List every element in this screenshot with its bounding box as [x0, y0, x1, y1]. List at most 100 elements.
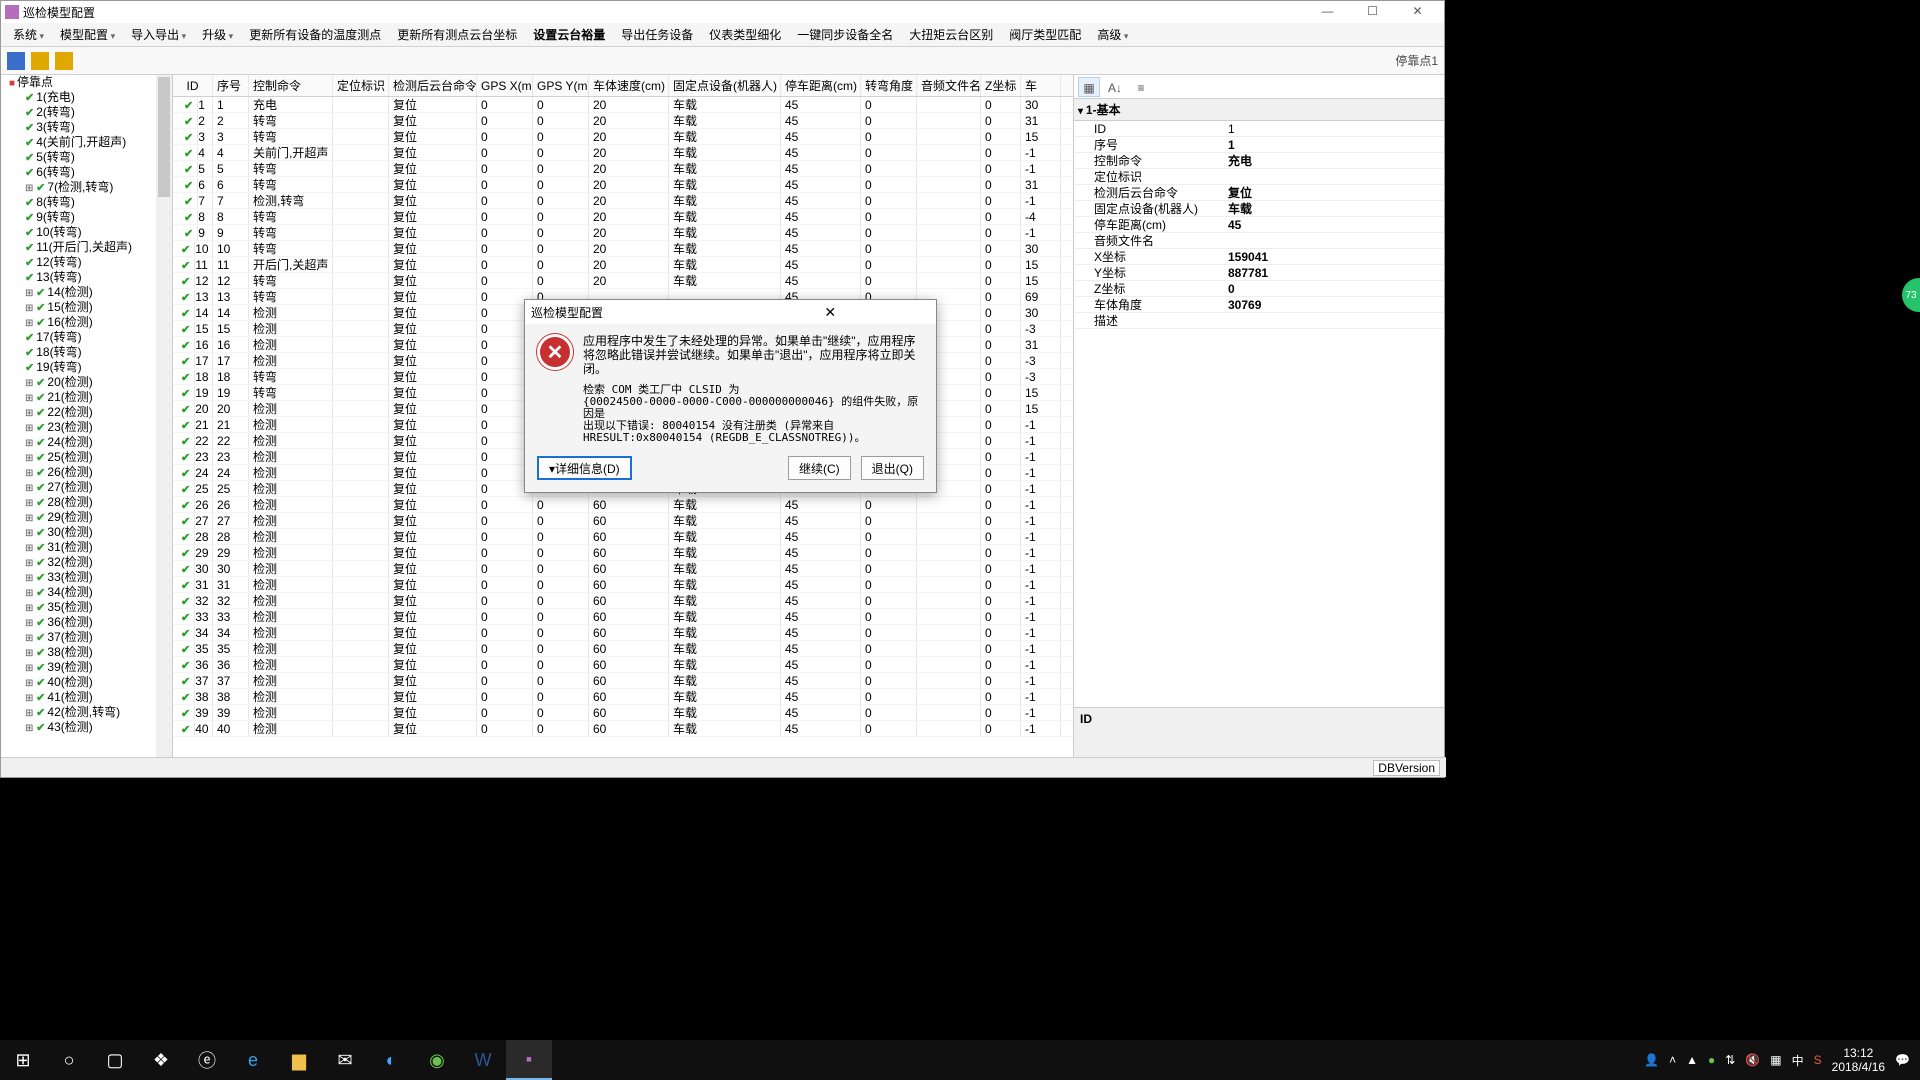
property-row[interactable]: 定位标识 — [1074, 169, 1444, 185]
tree-item[interactable]: 3(转弯) — [25, 120, 172, 135]
tree-item[interactable]: 15(检测) — [25, 300, 172, 315]
tree-item[interactable]: 39(检测) — [25, 660, 172, 675]
table-row[interactable]: 3535检测复位0060车载4500-1 — [173, 641, 1073, 657]
menu-item[interactable]: 系统 — [7, 26, 50, 43]
tree-item[interactable]: 24(检测) — [25, 435, 172, 450]
property-row[interactable]: 序号1 — [1074, 137, 1444, 153]
tray-volume-icon[interactable]: 🔇 — [1745, 1053, 1760, 1067]
tree-item[interactable]: 9(转弯) — [25, 210, 172, 225]
tree-item[interactable]: 6(转弯) — [25, 165, 172, 180]
taskbar-app-3[interactable]: ◉ — [414, 1040, 460, 1080]
table-row[interactable]: 22转弯复位0020车载450031 — [173, 113, 1073, 129]
tree-item[interactable]: 22(检测) — [25, 405, 172, 420]
column-header[interactable]: Z坐标 — [981, 75, 1021, 96]
prop-alpha-sort-button[interactable]: A↓ — [1104, 77, 1126, 97]
tree-item[interactable]: 5(转弯) — [25, 150, 172, 165]
tree-item[interactable]: 21(检测) — [25, 390, 172, 405]
column-header[interactable]: 转弯角度 — [861, 75, 917, 96]
table-row[interactable]: 1212转弯复位0020车载450015 — [173, 273, 1073, 289]
tree-item[interactable]: 23(检测) — [25, 420, 172, 435]
tree-item[interactable]: 18(转弯) — [25, 345, 172, 360]
task-view-icon[interactable]: ▢ — [92, 1040, 138, 1080]
tray-icon-1[interactable]: ▲ — [1686, 1053, 1698, 1067]
property-row[interactable]: 音频文件名 — [1074, 233, 1444, 249]
tray-icon-3[interactable]: ▦ — [1770, 1053, 1781, 1067]
tray-network-icon[interactable]: ⇅ — [1725, 1053, 1735, 1067]
tree-item[interactable]: 19(转弯) — [25, 360, 172, 375]
taskbar-current-app[interactable]: ▪ — [506, 1040, 552, 1080]
property-row[interactable]: Y坐标887781 — [1074, 265, 1444, 281]
table-row[interactable]: 2626检测复位0060车载4500-1 — [173, 497, 1073, 513]
tree-vscroll[interactable] — [156, 75, 172, 757]
table-row[interactable]: 66转弯复位0020车载450031 — [173, 177, 1073, 193]
floating-side-tab[interactable]: 73 — [1902, 278, 1920, 312]
tree-item[interactable]: 35(检测) — [25, 600, 172, 615]
taskbar-mail-icon[interactable]: ✉ — [322, 1040, 368, 1080]
tree-item[interactable]: 33(检测) — [25, 570, 172, 585]
details-button[interactable]: ▾详细信息(D) — [537, 456, 632, 480]
tree-item[interactable]: 8(转弯) — [25, 195, 172, 210]
start-button[interactable]: ⊞ — [0, 1040, 46, 1080]
table-row[interactable]: 33转弯复位0020车载450015 — [173, 129, 1073, 145]
table-row[interactable]: 88转弯复位0020车载4500-4 — [173, 209, 1073, 225]
table-row[interactable]: 1010转弯复位0020车载450030 — [173, 241, 1073, 257]
tree-item[interactable]: 31(检测) — [25, 540, 172, 555]
table-row[interactable]: 77检测,转弯复位0020车载4500-1 — [173, 193, 1073, 209]
menu-item[interactable]: 设置云台裕量 — [527, 26, 611, 43]
property-row[interactable]: 停车距离(cm)45 — [1074, 217, 1444, 233]
tree-item[interactable]: 12(转弯) — [25, 255, 172, 270]
table-row[interactable]: 3232检测复位0060车载4500-1 — [173, 593, 1073, 609]
tree-item[interactable]: 30(检测) — [25, 525, 172, 540]
titlebar[interactable]: 巡检模型配置 — ☐ ✕ — [1, 1, 1444, 23]
taskbar-app-2[interactable]: ◐ — [368, 1040, 414, 1080]
dbversion-label[interactable]: DBVersion — [1373, 760, 1440, 776]
save-icon[interactable] — [7, 52, 25, 70]
column-header[interactable]: 车体速度(cm) — [589, 75, 669, 96]
column-header[interactable]: 检测后云台命令 — [389, 75, 477, 96]
tray-ime-icon[interactable]: 中 — [1792, 1052, 1804, 1069]
table-row[interactable]: 55转弯复位0020车载4500-1 — [173, 161, 1073, 177]
tree-item[interactable]: 20(检测) — [25, 375, 172, 390]
tree-item[interactable]: 1(充电) — [25, 90, 172, 105]
tree-item[interactable]: 27(检测) — [25, 480, 172, 495]
tree-item[interactable]: 13(转弯) — [25, 270, 172, 285]
tree-item[interactable]: 4(关前门,开超声) — [25, 135, 172, 150]
table-row[interactable]: 3939检测复位0060车载4500-1 — [173, 705, 1073, 721]
table-row[interactable]: 11充电复位0020车载450030 — [173, 97, 1073, 113]
tree-item[interactable]: 40(检测) — [25, 675, 172, 690]
menu-item[interactable]: 阀厅类型匹配 — [1003, 26, 1087, 43]
table-row[interactable]: 3838检测复位0060车载4500-1 — [173, 689, 1073, 705]
property-row[interactable]: X坐标159041 — [1074, 249, 1444, 265]
tray-people-icon[interactable]: 👤 — [1644, 1053, 1659, 1067]
taskbar-edge-icon[interactable]: e — [230, 1040, 276, 1080]
tree-item[interactable]: 36(检测) — [25, 615, 172, 630]
prop-categorized-button[interactable]: ▦ — [1078, 77, 1100, 97]
menu-item[interactable]: 大扭矩云台区别 — [903, 26, 999, 43]
property-row[interactable]: 固定点设备(机器人)车载 — [1074, 201, 1444, 217]
property-row[interactable]: 控制命令充电 — [1074, 153, 1444, 169]
menu-item[interactable]: 一键同步设备全名 — [791, 26, 899, 43]
property-row[interactable]: 描述 — [1074, 313, 1444, 329]
tree-item[interactable]: 2(转弯) — [25, 105, 172, 120]
table-row[interactable]: 3737检测复位0060车载4500-1 — [173, 673, 1073, 689]
db-icon-2[interactable] — [55, 52, 73, 70]
taskbar-word-icon[interactable]: W — [460, 1040, 506, 1080]
tree-item[interactable]: 10(转弯) — [25, 225, 172, 240]
tree-item[interactable]: 16(检测) — [25, 315, 172, 330]
tree-root[interactable]: 停靠点 — [7, 75, 172, 90]
tree-item[interactable]: 38(检测) — [25, 645, 172, 660]
tree-item[interactable]: 11(开后门,关超声) — [25, 240, 172, 255]
menu-item[interactable]: 导出任务设备 — [615, 26, 699, 43]
table-row[interactable]: 99转弯复位0020车载4500-1 — [173, 225, 1073, 241]
db-icon-1[interactable] — [31, 52, 49, 70]
column-header[interactable]: GPS Y(m) — [533, 75, 589, 96]
tree-item[interactable]: 28(检测) — [25, 495, 172, 510]
table-row[interactable]: 2929检测复位0060车载4500-1 — [173, 545, 1073, 561]
table-row[interactable]: 2828检测复位0060车载4500-1 — [173, 529, 1073, 545]
tree-item[interactable]: 32(检测) — [25, 555, 172, 570]
dialog-close-button[interactable]: ✕ — [731, 304, 931, 321]
tray-notifications-icon[interactable]: 💬 — [1895, 1053, 1910, 1067]
tree-item[interactable]: 42(检测,转弯) — [25, 705, 172, 720]
tree-item[interactable]: 25(检测) — [25, 450, 172, 465]
property-row[interactable]: 检测后云台命令复位 — [1074, 185, 1444, 201]
